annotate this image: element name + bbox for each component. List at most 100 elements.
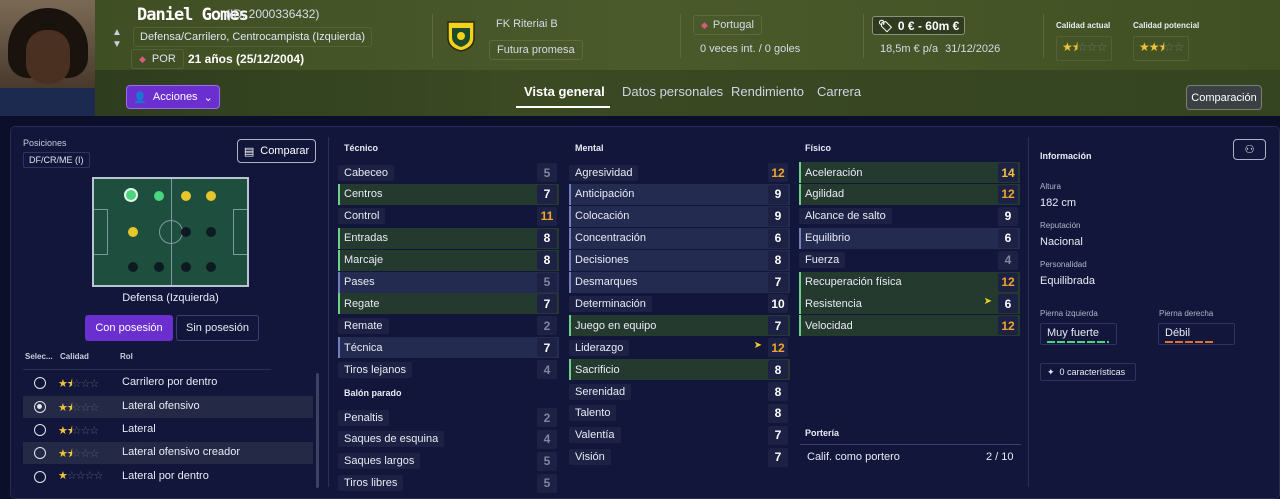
- active-tab-indicator: [516, 106, 610, 108]
- actions-button[interactable]: 👤 Acciones ⌄: [126, 85, 220, 109]
- attribute-row[interactable]: Alcance de salto 9: [799, 206, 1020, 227]
- attribute-row[interactable]: Anticipación 9: [569, 183, 790, 205]
- attribute-row[interactable]: Agresividad 12: [569, 162, 790, 183]
- role-row[interactable]: ★⯨☆☆☆ Carrilero por dentro: [23, 372, 313, 394]
- attribute-row[interactable]: Visión 7: [569, 447, 790, 468]
- position-dot[interactable]: [124, 188, 138, 202]
- attribute-row[interactable]: Fuerza 4: [799, 250, 1020, 271]
- player-photo: [0, 0, 95, 116]
- attribute-row[interactable]: Aceleración 14: [799, 162, 1020, 183]
- position-dot[interactable]: [181, 191, 191, 201]
- role-radio[interactable]: [34, 377, 46, 389]
- attribute-row[interactable]: Juego en equipo 7: [569, 315, 790, 337]
- role-row[interactable]: ★⯨☆☆☆ Lateral: [23, 419, 313, 441]
- attribute-row[interactable]: Saques largos 5: [338, 451, 559, 472]
- value-range: 0 € - 60m €: [897, 18, 960, 33]
- position-dot[interactable]: [206, 227, 216, 237]
- attribute-row[interactable]: Desmarques 7: [569, 271, 790, 293]
- tab-performance[interactable]: Rendimiento: [731, 84, 804, 99]
- attribute-row[interactable]: Liderazgo 12 ➤: [569, 337, 790, 358]
- club-crest-icon[interactable]: [446, 20, 476, 52]
- attribute-value: 8: [768, 403, 788, 423]
- attribute-row[interactable]: Concentración 6: [569, 227, 790, 249]
- attribute-row[interactable]: Penaltis 2: [338, 407, 559, 428]
- attribute-name: Colocación: [575, 210, 630, 223]
- position-dot[interactable]: [154, 191, 164, 201]
- attribute-row[interactable]: Agilidad 12: [799, 183, 1020, 205]
- attribute-row[interactable]: Valentía 7: [569, 425, 790, 446]
- attribute-row[interactable]: Serenidad 8: [569, 381, 790, 402]
- in-possession-toggle[interactable]: Con posesión: [85, 315, 173, 341]
- attribute-row[interactable]: Tiros lejanos 4: [338, 359, 559, 380]
- attribute-row[interactable]: Marcaje 8: [338, 249, 559, 271]
- attribute-row[interactable]: Técnica 7: [338, 337, 559, 359]
- attribute-value: 7: [537, 184, 557, 204]
- club-name[interactable]: FK Riteriai B: [489, 15, 565, 33]
- position-dot[interactable]: [128, 262, 138, 272]
- player-age: 21 años (25/12/2004): [188, 52, 305, 66]
- tag-icon: 🏷: [877, 18, 893, 33]
- attribute-name: Desmarques: [575, 276, 638, 288]
- highlight-edge: [569, 227, 571, 249]
- attribute-row[interactable]: Decisiones 8: [569, 249, 790, 271]
- trend-arrow-icon: ➤: [753, 340, 762, 352]
- position-dot[interactable]: [181, 227, 191, 237]
- attribute-row[interactable]: Velocidad 12: [799, 315, 1020, 337]
- attribute-row[interactable]: Equilibrio 6: [799, 227, 1020, 249]
- country-name: Portugal: [712, 19, 754, 31]
- role-row[interactable]: ★⯨☆☆☆ Lateral ofensivo: [23, 396, 313, 418]
- left-foot-chip: Muy fuerte: [1040, 323, 1117, 345]
- role-radio[interactable]: [34, 401, 46, 413]
- attribute-row[interactable]: Colocación 9: [569, 205, 790, 227]
- tab-label: Datos personales: [622, 84, 724, 99]
- attribute-row[interactable]: Entradas 8: [338, 227, 559, 249]
- role-row[interactable]: ★⯨☆☆☆ Lateral ofensivo creador: [23, 442, 313, 464]
- attribute-row[interactable]: Pases 5: [338, 271, 559, 293]
- traits-button[interactable]: ✦ 0 características: [1040, 363, 1136, 381]
- nationality-chip[interactable]: ◆ POR: [131, 49, 184, 69]
- attribute-value: 5: [537, 163, 557, 182]
- attribute-row[interactable]: Remate 2: [338, 315, 559, 336]
- role-radio[interactable]: [34, 447, 46, 459]
- chevron-up-icon[interactable]: ▲: [112, 27, 122, 38]
- reputation-value: Nacional: [1040, 236, 1083, 248]
- role-list-scrollbar[interactable]: [316, 373, 319, 488]
- attribute-row[interactable]: Cabeceo 5: [338, 162, 559, 183]
- attribute-row[interactable]: Saques de esquina 4: [338, 429, 559, 450]
- positions-label: Posiciones: [23, 138, 67, 148]
- country-chip[interactable]: ◆ Portugal: [693, 15, 762, 35]
- tab-overview[interactable]: Vista general: [524, 84, 605, 99]
- out-of-possession-toggle[interactable]: Sin posesión: [176, 315, 259, 341]
- position-dot[interactable]: [206, 191, 216, 201]
- attribute-value: 11: [537, 206, 557, 226]
- attribute-name: Control: [338, 208, 386, 225]
- attribute-row[interactable]: Determinación 10: [569, 293, 790, 314]
- attribute-row[interactable]: Regate 7: [338, 293, 559, 315]
- position-dot[interactable]: [206, 262, 216, 272]
- attribute-row[interactable]: Control 11: [338, 206, 559, 227]
- chevron-down-icon[interactable]: ▼: [112, 39, 122, 50]
- tab-personal-data[interactable]: Datos personales: [622, 84, 723, 99]
- attribute-row[interactable]: Tiros libres 5: [338, 473, 559, 494]
- attribute-row[interactable]: Recuperación física 12: [799, 271, 1020, 293]
- position-dot[interactable]: [154, 262, 164, 272]
- compare-positions-button[interactable]: ▤ Comparar: [237, 139, 316, 163]
- attribute-row[interactable]: Resistencia 6 ➤: [799, 293, 1020, 315]
- attribute-value: 7: [537, 338, 557, 358]
- role-radio[interactable]: [34, 471, 46, 483]
- attribute-row[interactable]: Talento 8: [569, 403, 790, 424]
- attribute-value: 12: [768, 163, 788, 182]
- highlight-edge: [338, 293, 340, 315]
- role-quality-stars: ★☆☆☆☆: [58, 470, 103, 482]
- tab-career[interactable]: Carrera: [817, 84, 861, 99]
- attribute-row[interactable]: Sacrificio 8: [569, 359, 790, 381]
- value-range-badge: 🏷 0 € - 60m €: [872, 16, 965, 35]
- profile-options-button[interactable]: ⚇: [1233, 139, 1266, 160]
- attribute-row[interactable]: Centros 7: [338, 183, 559, 205]
- position-dot[interactable]: [128, 227, 138, 237]
- attribute-name: Concentración: [575, 232, 646, 245]
- position-dot[interactable]: [181, 262, 191, 272]
- role-radio[interactable]: [34, 424, 46, 436]
- role-row[interactable]: ★☆☆☆☆ Lateral por dentro: [23, 466, 313, 488]
- comparison-button[interactable]: Comparación: [1186, 85, 1262, 110]
